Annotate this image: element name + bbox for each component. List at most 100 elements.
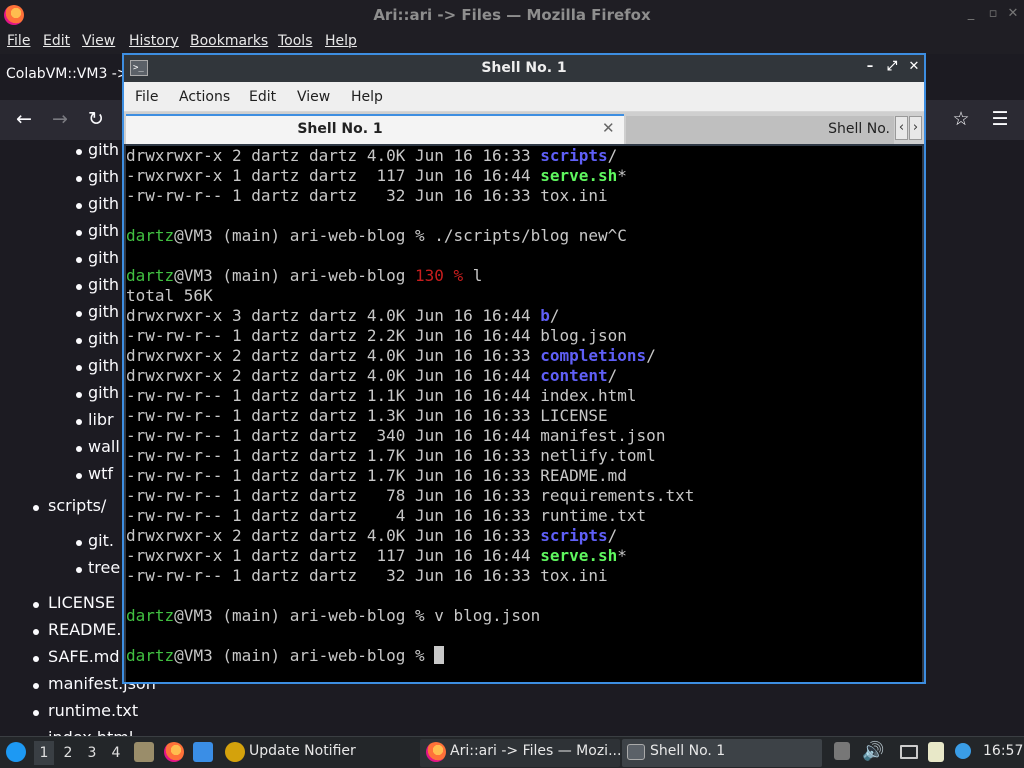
tab-scroll-right-icon[interactable]: › xyxy=(909,116,922,140)
workspace-3[interactable]: 3 xyxy=(82,741,102,765)
update-status-icon[interactable] xyxy=(955,743,971,759)
shell-menu-actions[interactable]: Actions xyxy=(179,89,230,105)
file-suffix: / xyxy=(549,306,560,325)
list-item-link[interactable]: tree xyxy=(88,558,120,577)
file-perms: drwxrwxr-x 3 dartz dartz 4.0K Jun 16 16:… xyxy=(126,306,541,325)
file-name: LICENSE xyxy=(540,406,608,425)
firefox-tab[interactable]: ColabVM::VM3 -> xyxy=(6,66,129,82)
list-item-link[interactable]: gith xyxy=(88,194,119,213)
menu-help[interactable]: Help xyxy=(325,33,357,49)
terminal-line: drwxrwxr-x 2 dartz dartz 4.0K Jun 16 16:… xyxy=(126,366,617,386)
list-item-file[interactable]: LICENSE xyxy=(48,593,115,612)
shell-window-title: Shell No. 1 xyxy=(481,60,567,76)
list-item-scripts[interactable]: scripts/ xyxy=(48,496,106,515)
list-item-link[interactable]: libr xyxy=(88,410,114,429)
firefox-window-title: Ari::ari -> Files — Mozilla Firefox xyxy=(373,6,651,24)
list-item-link[interactable]: gith xyxy=(88,140,119,159)
volume-icon[interactable]: 🔊 xyxy=(862,741,884,762)
close-icon[interactable]: ✕ xyxy=(1004,6,1022,21)
tab-scroll-left-icon[interactable]: ‹ xyxy=(895,116,908,140)
shell-window: >_ Shell No. 1 – ⤢ ✕ File Actions Edit V… xyxy=(122,53,926,684)
shell-menu-file[interactable]: File xyxy=(135,89,158,105)
list-item-link[interactable]: gith xyxy=(88,356,119,375)
network-icon[interactable] xyxy=(900,745,918,759)
terminal-line: -rw-rw-r-- 1 dartz dartz 32 Jun 16 16:33… xyxy=(126,186,608,206)
bullet-icon xyxy=(76,149,82,155)
bullet-icon xyxy=(76,257,82,263)
list-item-file[interactable]: runtime.txt xyxy=(48,701,138,720)
file-name: runtime.txt xyxy=(540,506,647,525)
shell-tab-1[interactable]: Shell No. 1 ✕ xyxy=(126,114,624,144)
maximize-icon[interactable]: ▫ xyxy=(984,6,1002,21)
start-menu-icon[interactable] xyxy=(6,742,26,762)
file-perms: drwxrwxr-x 2 dartz dartz 4.0K Jun 16 16:… xyxy=(126,346,541,365)
terminal-line: total 56K xyxy=(126,286,213,306)
list-item-link[interactable]: wtf xyxy=(88,464,113,483)
shell-menu-help[interactable]: Help xyxy=(351,89,383,105)
hamburger-menu-icon[interactable]: ☰ xyxy=(988,108,1012,130)
shell-menu-edit[interactable]: Edit xyxy=(249,89,276,105)
workspace-2[interactable]: 2 xyxy=(58,741,78,765)
terminal-line: -rw-rw-r-- 1 dartz dartz 1.7K Jun 16 16:… xyxy=(126,446,656,466)
list-item-file[interactable]: index.html xyxy=(48,728,133,736)
terminal-line: -rw-rw-r-- 1 dartz dartz 32 Jun 16 16:33… xyxy=(126,566,608,586)
maximize-icon[interactable]: ⤢ xyxy=(884,59,900,74)
tab-close-icon[interactable]: ✕ xyxy=(602,119,615,137)
firefox-launcher-icon[interactable] xyxy=(164,742,184,762)
prompt-host: @VM3 (main) ari-web-blog xyxy=(174,226,415,245)
bullet-icon xyxy=(76,567,82,573)
menu-bookmarks[interactable]: Bookmarks xyxy=(190,33,268,49)
list-item-link[interactable]: gith xyxy=(88,167,119,186)
file-perms: -rw-rw-r-- 1 dartz dartz 1.1K Jun 16 16:… xyxy=(126,386,541,405)
reload-icon[interactable]: ↻ xyxy=(84,108,108,130)
menu-edit[interactable]: Edit xyxy=(43,33,70,49)
forward-icon[interactable]: → xyxy=(48,108,72,130)
shell-tab-2[interactable]: Shell No. xyxy=(626,116,894,144)
prompt-host: @VM3 (main) ari-web-blog xyxy=(174,606,415,625)
list-item-link[interactable]: gith xyxy=(88,221,119,240)
desktop-icon[interactable] xyxy=(193,742,213,762)
bullet-icon xyxy=(76,419,82,425)
close-icon[interactable]: ✕ xyxy=(906,59,922,74)
update-notifier-label[interactable]: Update Notifier xyxy=(249,743,356,759)
list-item-link[interactable]: gith xyxy=(88,329,119,348)
menu-file[interactable]: File xyxy=(7,33,30,49)
workspace-1[interactable]: 1 xyxy=(34,741,54,765)
star-icon[interactable]: ☆ xyxy=(949,108,973,130)
menu-view[interactable]: View xyxy=(82,33,115,49)
minimize-icon[interactable]: – xyxy=(862,59,878,74)
clipboard-icon[interactable] xyxy=(834,742,850,760)
file-suffix: / xyxy=(607,526,618,545)
shell-tab-label: Shell No. 1 xyxy=(297,121,383,137)
minimize-icon[interactable]: _ xyxy=(962,6,980,21)
file-perms: -rw-rw-r-- 1 dartz dartz 1.7K Jun 16 16:… xyxy=(126,466,541,485)
bullet-icon xyxy=(76,365,82,371)
back-icon[interactable]: ← xyxy=(12,108,36,130)
firefox-menubar: File Edit View History Bookmarks Tools H… xyxy=(0,30,1024,54)
list-item-link[interactable]: git. xyxy=(88,531,114,550)
file-perms: -rw-rw-r-- 1 dartz dartz 78 Jun 16 16:33 xyxy=(126,486,541,505)
list-item-link[interactable]: gith xyxy=(88,302,119,321)
menu-tools[interactable]: Tools xyxy=(278,33,313,49)
list-item-link[interactable]: gith xyxy=(88,383,119,402)
prompt-symbol: % xyxy=(415,226,425,245)
file-suffix: / xyxy=(646,346,656,365)
terminal-output[interactable]: drwxrwxr-x 2 dartz dartz 4.0K Jun 16 16:… xyxy=(126,146,922,682)
task-firefox-label: Ari::ari -> Files — Mozi... xyxy=(450,743,622,759)
clock[interactable]: 16:57 xyxy=(983,743,1023,759)
list-item-link[interactable]: gith xyxy=(88,248,119,267)
menu-history[interactable]: History xyxy=(129,33,179,49)
workspace-4[interactable]: 4 xyxy=(106,741,126,765)
terminal-line: dartz@VM3 (main) ari-web-blog % xyxy=(126,646,445,666)
file-name: content xyxy=(540,366,608,385)
shell-menu-view[interactable]: View xyxy=(297,89,330,105)
notes-icon[interactable] xyxy=(928,742,944,762)
bullet-icon xyxy=(76,446,82,452)
terminal-line: dartz@VM3 (main) ari-web-blog 130 % l xyxy=(126,266,482,286)
file-manager-icon[interactable] xyxy=(134,742,154,762)
file-suffix: / xyxy=(607,366,618,385)
list-item-link[interactable]: wall xyxy=(88,437,120,456)
list-item-link[interactable]: gith xyxy=(88,275,119,294)
list-item-file[interactable]: SAFE.md xyxy=(48,647,120,666)
terminal-line: drwxrwxr-x 3 dartz dartz 4.0K Jun 16 16:… xyxy=(126,306,560,326)
